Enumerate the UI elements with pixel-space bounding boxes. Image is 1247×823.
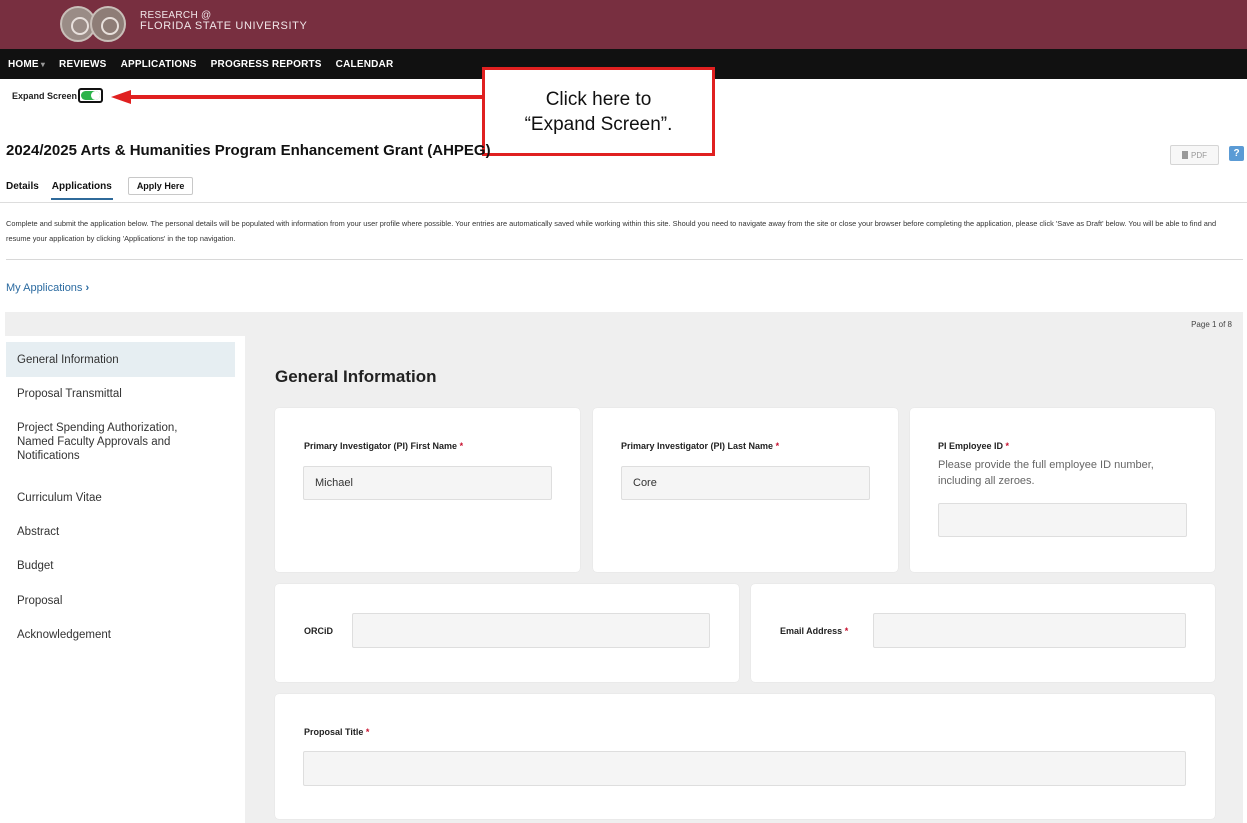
email-card: Email Address *: [751, 584, 1215, 682]
sidebar-item-spending-authorization[interactable]: Project Spending Authorization, Named Fa…: [6, 421, 206, 463]
help-button[interactable]: ?: [1229, 146, 1244, 161]
page-indicator: Page 1 of 8: [1191, 320, 1232, 329]
pi-employee-id-help: Please provide the full employee ID numb…: [938, 459, 1154, 487]
callout-line-1: Click here to: [545, 88, 652, 110]
page-title: 2024/2025 Arts & Humanities Program Enha…: [6, 142, 491, 159]
expand-screen-toggle[interactable]: [78, 88, 104, 103]
pi-employee-id-input[interactable]: [938, 503, 1187, 537]
brand-line-2: FLORIDA STATE UNIVERSITY: [140, 20, 308, 32]
annotation-callout: Click here to “Expand Screen”.: [482, 67, 715, 156]
annotation-arrow: [111, 90, 483, 104]
toggle-knob: [91, 91, 101, 100]
pdf-button[interactable]: PDF: [1170, 145, 1219, 165]
section-sidebar: [5, 336, 245, 823]
brand-text[interactable]: RESEARCH @ FLORIDA STATE UNIVERSITY: [140, 11, 308, 32]
chevron-right-icon: ›: [85, 282, 90, 294]
required-marker: *: [365, 727, 370, 737]
required-marker: *: [1005, 441, 1010, 451]
email-label: Email Address *: [780, 626, 849, 636]
nav-calendar[interactable]: CALENDAR: [336, 59, 394, 70]
pi-first-name-label: Primary Investigator (PI) First Name *: [304, 441, 464, 451]
instructions-text: Complete and submit the application belo…: [6, 219, 1217, 243]
tab-divider: [0, 202, 1247, 203]
expand-screen-control: Expand Screen: [12, 88, 104, 103]
required-marker: *: [775, 441, 780, 451]
brand-header: RESEARCH @ FLORIDA STATE UNIVERSITY: [0, 0, 1247, 49]
sidebar-item-budget[interactable]: Budget: [6, 559, 235, 573]
pi-last-name-card: Primary Investigator (PI) Last Name * Co…: [593, 408, 898, 572]
pi-last-name-label: Primary Investigator (PI) Last Name *: [621, 441, 780, 451]
sidebar-item-acknowledgement[interactable]: Acknowledgement: [6, 628, 235, 642]
proposal-title-input[interactable]: [303, 751, 1186, 786]
required-marker: *: [844, 626, 849, 636]
callout-line-2: “Expand Screen”.: [524, 113, 673, 135]
pi-employee-id-card: PI Employee ID * Please provide the full…: [910, 408, 1215, 572]
sidebar-item-curriculum-vitae[interactable]: Curriculum Vitae: [6, 491, 235, 505]
proposal-title-card: Proposal Title *: [275, 694, 1215, 819]
expand-screen-label: Expand Screen: [12, 90, 78, 101]
required-marker: *: [459, 441, 464, 451]
instructions-divider: [6, 259, 1243, 260]
pdf-label: PDF: [1191, 150, 1207, 160]
nav-applications[interactable]: APPLICATIONS: [121, 59, 197, 70]
orcid-card: ORCiD: [275, 584, 739, 682]
proposal-title-label: Proposal Title *: [304, 727, 370, 737]
caret-down-icon: ▾: [40, 59, 46, 69]
my-applications-link[interactable]: My Applications ›: [6, 282, 89, 294]
orcid-label: ORCiD: [304, 626, 333, 636]
section-title: General Information: [275, 367, 437, 386]
tab-details[interactable]: Details: [6, 177, 39, 198]
fsu-logo[interactable]: [60, 6, 140, 42]
sidebar-item-general-information[interactable]: General Information: [6, 342, 235, 377]
orcid-input[interactable]: [352, 613, 710, 648]
pi-first-name-input[interactable]: Michael: [303, 466, 552, 500]
tab-applications[interactable]: Applications: [50, 177, 113, 200]
nav-home[interactable]: HOME ▾: [8, 59, 45, 70]
sidebar-item-proposal-transmittal[interactable]: Proposal Transmittal: [6, 387, 235, 401]
sidebar-item-proposal[interactable]: Proposal: [6, 594, 235, 608]
pi-last-name-input[interactable]: Core: [621, 466, 870, 500]
seal-icon: [90, 6, 126, 42]
tab-bar: Details Applications Apply Here: [6, 177, 194, 201]
document-icon: [1182, 151, 1188, 159]
nav-reviews[interactable]: REVIEWS: [59, 59, 107, 70]
sidebar-item-abstract[interactable]: Abstract: [6, 525, 235, 539]
pi-first-name-card: Primary Investigator (PI) First Name * M…: [275, 408, 580, 572]
nav-progress-reports[interactable]: PROGRESS REPORTS: [211, 59, 322, 70]
pi-employee-id-label: PI Employee ID *: [938, 441, 1010, 451]
apply-here-button[interactable]: Apply Here: [127, 177, 194, 195]
email-input[interactable]: [873, 613, 1186, 648]
